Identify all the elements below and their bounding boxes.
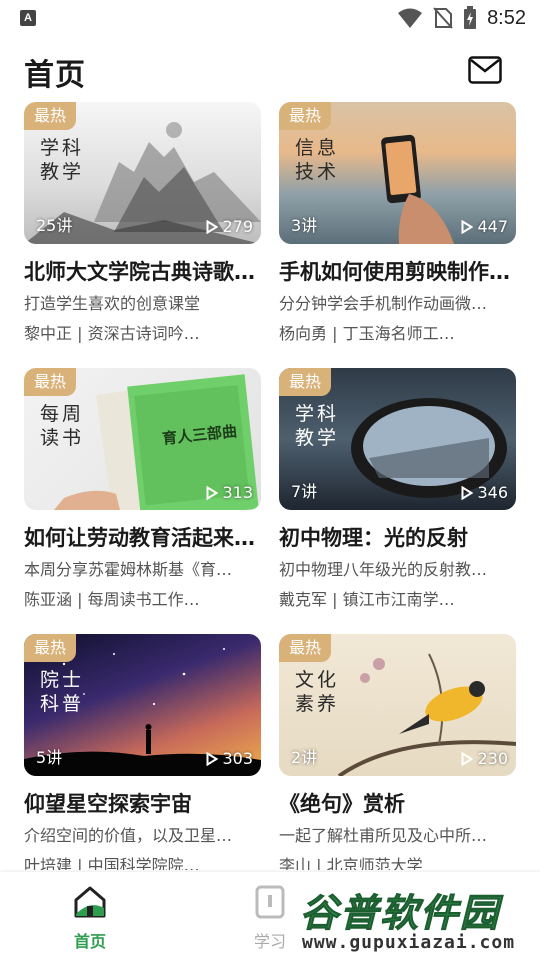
lesson-count: 2讲 (291, 748, 318, 767)
course-title[interactable]: 如何让劳动教育活起来… (24, 522, 261, 552)
course-author: 叶培建 | 中国科学院院… (24, 856, 200, 870)
page-header: 首页 (0, 44, 540, 100)
lesson-count: 7讲 (291, 482, 318, 501)
play-icon (206, 485, 219, 500)
nav-item-home[interactable]: 首页 (45, 884, 135, 954)
lesson-count: 5讲 (36, 748, 63, 767)
course-card[interactable]: 最热 院士 科普 5讲 303 仰望星空探索宇宙 介绍空间的价值，以及卫星… 叶… (24, 634, 261, 870)
course-subtitle: 介绍空间的价值，以及卫星… (24, 826, 233, 845)
play-count: 313 (206, 483, 253, 502)
course-author: 戴克军 | 镇江市江南学… (279, 590, 455, 609)
course-subtitle: 本周分享苏霍姆林斯基《育… (24, 560, 233, 579)
hot-badge: 最热 (279, 368, 331, 396)
course-thumbnail[interactable]: 最热 学科 教学 25讲 279 (24, 102, 261, 244)
category-calligraphy: 院士 科普 (40, 669, 85, 715)
course-author: 李山 | 北京师范大学 (279, 856, 423, 870)
course-title[interactable]: 仰望星空探索宇宙 (24, 788, 261, 818)
nav-label-home: 首页 (73, 932, 106, 951)
hot-badge: 最热 (24, 368, 76, 396)
course-subtitle: 一起了解杜甫所见及心中所… (279, 826, 488, 845)
play-count-value: 303 (222, 749, 253, 768)
play-count-value: 313 (222, 483, 253, 502)
no-sim-icon (433, 7, 453, 29)
course-card[interactable]: 育人三部曲 最热 每周 读书 313 如何让劳动教育活起来… 本周分享苏霍姆林斯… (24, 368, 261, 628)
course-thumbnail[interactable]: 最热 院士 科普 5讲 303 (24, 634, 261, 776)
battery-charging-icon (464, 6, 477, 29)
status-bar: A 8:52 (0, 0, 540, 36)
status-icons: 8:52 (397, 6, 526, 30)
watermark-title: 谷普软件园 (299, 891, 501, 936)
course-author: 黎中正 | 资深古诗词吟… (24, 324, 200, 343)
home-icon (74, 886, 106, 918)
play-count-value: 346 (477, 483, 508, 502)
course-subtitle: 初中物理八年级光的反射教… (279, 560, 488, 579)
play-icon (461, 485, 474, 500)
play-count: 346 (461, 483, 508, 502)
app-notification-icon: A (20, 10, 36, 26)
category-calligraphy: 每周 读书 (40, 403, 85, 449)
course-subtitle: 打造学生喜欢的创意课堂 (24, 294, 201, 313)
category-calligraphy: 学科 教学 (295, 403, 340, 449)
play-icon (461, 219, 474, 234)
play-count-value: 447 (477, 217, 508, 236)
course-grid: 最热 学科 教学 25讲 279 北师大文学院古典诗歌… 打造学生喜欢的创意课堂… (24, 102, 516, 870)
play-icon (461, 751, 474, 766)
course-author: 杨向勇 | 丁玉海名师工… (279, 324, 455, 343)
course-thumbnail[interactable]: 最热 学科 教学 7讲 346 (279, 368, 516, 510)
course-card[interactable]: 最热 信息 技术 3讲 447 手机如何使用剪映制作… 分分钟学会手机制作动画微… (279, 102, 516, 362)
play-icon (206, 751, 219, 766)
wifi-icon (398, 8, 423, 28)
play-count: 303 (206, 749, 253, 768)
course-author: 陈亚涵 | 每周读书工作… (24, 590, 200, 609)
play-icon (206, 219, 219, 234)
course-thumbnail[interactable]: 最热 信息 技术 3讲 447 (279, 102, 516, 244)
mail-icon (468, 56, 502, 84)
category-calligraphy: 学科 教学 (40, 137, 85, 183)
course-card[interactable]: 最热 学科 教学 25讲 279 北师大文学院古典诗歌… 打造学生喜欢的创意课堂… (24, 102, 261, 362)
play-count-value: 279 (222, 217, 253, 236)
play-count: 447 (461, 217, 508, 236)
hot-badge: 最热 (279, 634, 331, 662)
lesson-count: 25讲 (36, 216, 73, 235)
page-title: 首页 (24, 58, 86, 93)
hot-badge: 最热 (24, 102, 76, 130)
play-count: 279 (206, 217, 253, 236)
course-title[interactable]: 手机如何使用剪映制作… (279, 256, 516, 286)
hot-badge: 最热 (279, 102, 331, 130)
course-thumbnail[interactable]: 最热 文化 素养 2讲 230 (279, 634, 516, 776)
watermark-logo: 谷普软件园 www.gupuxiazai.com (296, 880, 540, 960)
category-calligraphy: 信息 技术 (295, 137, 340, 183)
study-icon (255, 885, 285, 919)
course-thumbnail[interactable]: 育人三部曲 最热 每周 读书 313 (24, 368, 261, 510)
course-subtitle: 分分钟学会手机制作动画微… (279, 294, 488, 313)
message-button[interactable] (468, 56, 502, 84)
play-count: 230 (461, 749, 508, 768)
course-title[interactable]: 北师大文学院古典诗歌… (24, 256, 261, 286)
category-calligraphy: 文化 素养 (295, 669, 340, 715)
course-card[interactable]: 最热 文化 素养 2讲 230 《绝句》赏析 一起了解杜甫所见及心中所… 李山 … (279, 634, 516, 870)
watermark-url: www.gupuxiazai.com (302, 932, 516, 953)
play-count-value: 230 (477, 749, 508, 768)
clock: 8:52 (487, 6, 526, 29)
hot-badge: 最热 (24, 634, 76, 662)
course-title[interactable]: 初中物理：光的反射 (279, 522, 516, 552)
course-card[interactable]: 最热 学科 教学 7讲 346 初中物理：光的反射 初中物理八年级光的反射教… … (279, 368, 516, 628)
course-title[interactable]: 《绝句》赏析 (279, 788, 516, 818)
lesson-count: 3讲 (291, 216, 318, 235)
